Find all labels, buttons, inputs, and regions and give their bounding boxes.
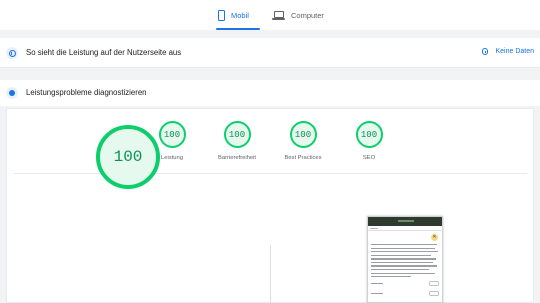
lab-data-section-icon: [6, 87, 18, 99]
gauge-seo[interactable]: 100 SEO: [334, 121, 404, 161]
vertical-divider: [270, 245, 271, 303]
screenshot-site-subheader: [368, 226, 442, 231]
screenshot-settings-row: [371, 281, 441, 286]
close-icon: ✕: [431, 234, 438, 241]
gauge-accessibility[interactable]: 100 Barrierefreiheit: [202, 121, 272, 161]
tab-desktop-label: Computer: [291, 10, 324, 20]
score-gauge: 100: [289, 121, 317, 148]
lab-data-title: Leistungsprobleme diagnostizieren: [26, 88, 147, 97]
info-icon: [481, 48, 489, 55]
phone-icon: [218, 9, 225, 21]
field-data-section-icon: [6, 47, 18, 59]
gauge-label: Leistung: [161, 155, 183, 161]
gauge-best-practices[interactable]: 100 Best Practices: [268, 121, 338, 161]
tab-mobile-label: Mobil: [231, 10, 249, 20]
field-data-title: So sieht die Leistung auf der Nutzerseit…: [26, 48, 182, 57]
info-icon: [8, 49, 16, 57]
no-data-label: Keine Daten: [495, 48, 534, 55]
gauge-label: Best Practices: [284, 155, 322, 161]
lab-data-section: Leistungsprobleme diagnostizieren: [0, 80, 540, 106]
page-screenshot-thumbnail: ✕: [367, 216, 443, 303]
field-data-section: So sieht die Leistung auf der Nutzerseit…: [0, 38, 540, 68]
active-tab-indicator: [216, 28, 260, 30]
score-gauge: 100: [158, 121, 186, 148]
device-tabbar: Mobil Computer: [0, 0, 540, 30]
screenshot-site-header: [368, 217, 442, 226]
no-data-link[interactable]: Keine Daten: [481, 48, 534, 55]
gauge-label: SEO: [362, 155, 376, 161]
score-gauge: 100: [355, 121, 383, 148]
laptop-icon: [272, 10, 285, 20]
pagespeed-report: Mobil Computer So sieht die Leistung auf…: [0, 0, 540, 303]
speed-icon: [9, 90, 15, 96]
tab-mobile[interactable]: Mobil: [216, 0, 260, 30]
performance-score-gauge: 100: [96, 125, 160, 189]
screenshot-text-block: [371, 244, 441, 280]
screenshot-settings-row: [371, 291, 441, 296]
gauge-label: Barrierefreiheit: [217, 155, 257, 161]
card-divider: [13, 173, 527, 174]
tab-desktop[interactable]: Computer: [272, 0, 324, 30]
score-gauge: 100: [223, 121, 251, 148]
